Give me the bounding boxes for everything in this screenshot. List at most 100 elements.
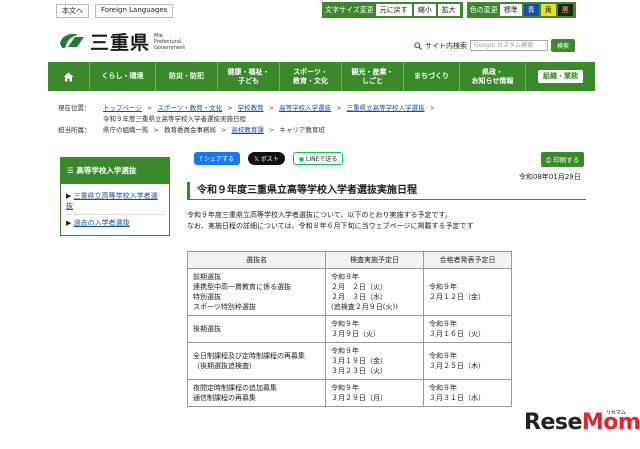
print-icon: ⎙ — [546, 156, 552, 164]
text-size-reset-button[interactable]: 元に戻す — [375, 4, 412, 16]
nav-item-health[interactable]: 健康・福祉・ 子ども — [218, 62, 280, 91]
color-standard-button[interactable]: 標準 — [499, 4, 522, 16]
update-date: 令和08年01月29日 — [519, 173, 581, 181]
text-size-large-button[interactable]: 拡大 — [437, 4, 460, 16]
color-black-button[interactable]: 黒 — [557, 4, 573, 16]
cell-line: ３月２５日（木） — [429, 362, 485, 370]
table-cell-exam: 令和９年 ３月１９日（金） ３月２３日（火） — [325, 342, 424, 380]
table-cell-name: 夜間定時制課程の追加募集 通信制課程の再募集 — [187, 379, 326, 407]
sidebar-item[interactable]: ▶ 三重県立高等学校入学者選抜 — [66, 188, 164, 215]
nav-item-town[interactable]: まちづくり — [404, 62, 460, 91]
nav-item-prefecture[interactable]: 県政・ お知らせ情報 — [460, 62, 526, 91]
line-icon: ● — [298, 156, 305, 163]
department-link[interactable]: 高校教育課 — [231, 125, 264, 136]
logo-en-line: Government — [154, 44, 186, 51]
sidebar-link[interactable]: 過去の入学者選抜 — [74, 219, 130, 227]
breadcrumb-link[interactable]: スポーツ・教育・文化 — [157, 103, 222, 114]
print-button[interactable]: ⎙ 印刷する — [541, 152, 585, 167]
nav-label: 健康・福祉・ — [227, 67, 270, 76]
cell-line: スポーツ特別枠選抜 — [193, 303, 256, 311]
sidebar-heading-text: 高等学校入学選抜 — [76, 166, 137, 175]
sidebar-link[interactable]: 三重県立高等学校入学者選抜 — [66, 192, 158, 210]
cell-line: 後期選抜 — [193, 325, 221, 333]
table-row: 前期選抜 連携型中高一貫教育に係る選抜 特別選抜 スポーツ特別枠選抜 令和９年 … — [187, 268, 512, 316]
cell-line: 特別選抜 — [193, 293, 221, 301]
social-buttons: f シェアする 𝕏 ポスト ● LINEで送る — [194, 152, 344, 165]
table-cell-result: 令和９年 ３月２５日（木） — [423, 342, 512, 380]
breadcrumb-link[interactable]: トップページ — [103, 103, 142, 114]
nav-label: お知らせ情報 — [471, 76, 514, 85]
color-yellow-button[interactable]: 黄 — [540, 4, 556, 16]
search-input[interactable]: Google カスタム検索 — [470, 40, 548, 51]
nav-label: くらし・環境 — [101, 72, 144, 80]
x-post-button[interactable]: 𝕏 ポスト — [248, 152, 285, 165]
foreign-languages-link[interactable]: Foreign Languages — [95, 4, 174, 18]
mie-logo-icon — [60, 33, 84, 48]
breadcrumb-link[interactable]: 三重県立高等学校入学選抜 — [347, 103, 425, 114]
table-header: 合格者発表予定日 — [423, 251, 512, 269]
table-row: 夜間定時制課程の追加募集 通信制課程の再募集 令和９年 ３月２９日（月） 令和９… — [187, 379, 512, 407]
search-icon — [414, 41, 422, 50]
logo-name: 三重県 — [90, 32, 151, 54]
nav-home[interactable] — [48, 62, 90, 91]
cell-line: 通信制課程の再募集 — [193, 394, 256, 402]
nav-item-safety[interactable]: 防災・防犯 — [156, 62, 218, 91]
logo-en-line: Prefectural — [154, 38, 182, 45]
department-item[interactable]: 県庁の組織一覧 — [103, 125, 149, 136]
intro-paragraph: 令和９年度三重県立高等学校入学者選抜について、以下のとおり実施する予定です。 — [187, 211, 452, 219]
nav-item-sports-education[interactable]: スポーツ・ 教育・文化 — [280, 62, 342, 91]
sidebar-menu-icon: ☰ — [67, 166, 74, 175]
cell-line: 令和９年 — [331, 384, 359, 392]
page-title: 令和９年度三重県立高等学校入学者選抜実施日程 — [187, 182, 586, 200]
skip-to-content-link[interactable]: 本文へ — [56, 4, 89, 18]
line-share-button[interactable]: ● LINEで送る — [292, 152, 344, 165]
breadcrumb: 現在位置： トップページ > スポーツ・教育・文化 > 学校教育 > 高等学校入学選抜… — [58, 103, 436, 136]
sidebar: ☰ 高等学校入学選抜 ▶ 三重県立高等学校入学者選抜 ▶ 過去の入学者選抜 — [60, 157, 170, 236]
department-item[interactable]: 教育委員会事務局 — [164, 125, 216, 136]
sidebar-links: ▶ 三重県立高等学校入学者選抜 ▶ 過去の入学者選抜 — [60, 184, 170, 236]
color-blue-button[interactable]: 青 — [523, 4, 539, 16]
nav-item-organization[interactable]: 組織・業務 — [526, 62, 595, 91]
nav-label: スポーツ・ — [293, 67, 328, 76]
nav-label: 県政・ — [482, 67, 503, 76]
nav-item-tourism[interactable]: 観光・産業・ しごと — [342, 62, 404, 91]
cell-line: ３月９日（火） — [331, 330, 380, 338]
nav-label: 観光・産業・ — [351, 67, 394, 76]
print-label: 印刷する — [553, 156, 580, 164]
line-label: LINEで送る — [306, 156, 338, 163]
sidebar-item[interactable]: ▶ 過去の入学者選抜 — [66, 215, 164, 231]
cell-line: ３月１６日（火） — [429, 330, 485, 338]
cell-line: ２月 ２日（火） — [331, 283, 387, 291]
intro-paragraph: なお、実施日程の詳細については、令和８年６月下旬に当ウェブページに掲載する予定で… — [187, 222, 474, 230]
breadcrumb-link[interactable]: 高等学校入学選抜 — [279, 103, 331, 114]
cell-line: （後期選抜追検査） — [193, 362, 256, 370]
cell-line: 令和９年 — [429, 352, 457, 360]
facebook-share-button[interactable]: f シェアする — [194, 152, 241, 165]
breadcrumb-link[interactable]: 学校教育 — [238, 103, 264, 114]
cell-line: ３月１９日（金） — [331, 357, 387, 365]
color-change-label: 色の変更 — [469, 6, 498, 14]
cell-line: 令和９年 — [429, 320, 457, 328]
cell-line: 前期選抜 — [193, 273, 221, 281]
cell-line: 全日制課程及び定時制課程の再募集 — [193, 352, 305, 360]
breadcrumb-current: 令和９年度三重県立高等学校入学者選抜実施日程 — [103, 115, 246, 123]
breadcrumb-label: 現在位置： — [58, 104, 91, 112]
cell-line: 令和９年 — [429, 283, 457, 291]
nav-label: まちづくり — [414, 72, 449, 80]
cell-line: 連携型中高一貫教育に係る選抜 — [193, 283, 291, 291]
text-size-label: 文字サイズ変更 — [325, 6, 374, 14]
table-cell-result: 令和９年 ３月３１日（水） — [423, 379, 512, 407]
site-logo[interactable]: 三重県 Mie Prefectural Government — [58, 28, 185, 55]
table-row: 後期選抜 令和９年 ３月９日（火） 令和９年 ３月１６日（火） — [187, 315, 512, 343]
nav-item-living[interactable]: くらし・環境 — [90, 62, 156, 91]
search-button[interactable]: 検索 — [551, 39, 576, 52]
table-header: 選抜名 — [187, 251, 326, 269]
nav-label: しごと — [362, 76, 383, 85]
text-size-small-button[interactable]: 縮小 — [413, 4, 436, 16]
nav-label: 組織・業務 — [538, 70, 583, 83]
table-cell-name: 全日制課程及び定時制課程の再募集 （後期選抜追検査） — [187, 342, 326, 380]
nav-label: 教育・文化 — [293, 76, 328, 85]
cell-line: ２月１２日（金） — [429, 293, 485, 301]
cell-line: 令和９年 — [429, 384, 457, 392]
nav-label: 子ども — [238, 76, 259, 85]
